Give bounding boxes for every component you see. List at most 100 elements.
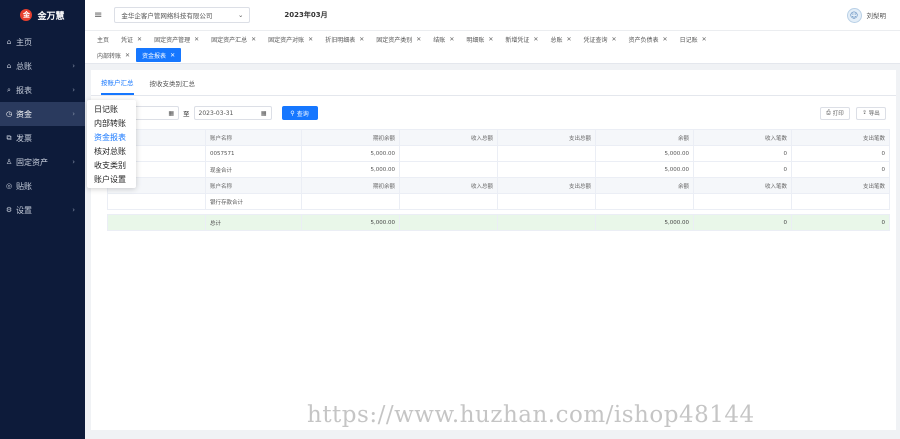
submenu-item[interactable]: 日记账 [87, 102, 136, 116]
sidebar-item[interactable]: ◎ 贴账 [0, 174, 85, 198]
export-button[interactable]: ⇪ 导出 [856, 106, 886, 120]
page-tab[interactable]: 固定资产管理 ✕ [148, 32, 205, 46]
page-tab[interactable]: 资金报表 ✕ [136, 48, 182, 62]
fund-report-table: 账户名称 期初余额 收入总额 支出总额 余额 收入笔数 支出笔数 0057571 5,000.0… [107, 129, 890, 231]
page-tab[interactable]: 固定资产类别 ✕ [370, 32, 427, 46]
sidebar-item-label: 固定资产 [16, 157, 48, 167]
submenu-item[interactable]: 收支类别 [87, 158, 136, 172]
sidebar-item[interactable]: ◷ 资金 › [0, 102, 85, 126]
sidebar-item-label: 总账 [16, 61, 32, 71]
close-icon[interactable]: ✕ [125, 52, 130, 59]
table-header-cell: 余额 [595, 129, 694, 146]
page-tab[interactable]: 资产负债表 ✕ [623, 32, 674, 46]
table-header-cell: 账户名称 [205, 177, 302, 194]
table-header-cell: 余额 [595, 177, 694, 194]
chevron-right-icon: › [72, 62, 75, 70]
sidebar-item-label: 报表 [16, 85, 32, 95]
table-header-cell: 支出笔数 [791, 129, 890, 146]
nav-icon: ⚙ [5, 206, 13, 214]
page-tab[interactable]: 固定资产汇总 ✕ [205, 32, 262, 46]
close-icon[interactable]: ✕ [170, 52, 175, 59]
sidebar-item[interactable]: ⌂ 总账 › [0, 54, 85, 78]
submenu-item[interactable]: 内部转账 [87, 116, 136, 130]
table-cell [497, 214, 596, 231]
tab-label: 固定资产汇总 [211, 36, 248, 44]
menu-toggle-icon[interactable]: ≡ [94, 10, 102, 21]
submenu-item[interactable]: 资金报表 [87, 130, 136, 144]
table-row[interactable]: 总计 5,000.00 5,000.00 0 0 [107, 214, 890, 231]
page-tab[interactable]: 总账 ✕ [544, 32, 577, 46]
printer-icon: ⎙ [826, 109, 831, 116]
action-buttons: ⎙ 打印 ⇪ 导出 [820, 106, 886, 120]
close-icon[interactable]: ✕ [194, 36, 199, 43]
search-icon: ⚲ [290, 109, 295, 117]
page-tab[interactable]: 日记账 ✕ [674, 32, 713, 46]
sidebar-item[interactable]: ⧉ 发票 [0, 126, 85, 150]
user-menu[interactable]: ☺ 刘梨明 [846, 7, 886, 23]
table-header-cell: 支出总额 [497, 177, 596, 194]
sidebar-item-label: 主页 [16, 37, 32, 47]
chevron-right-icon: › [72, 158, 75, 166]
close-icon[interactable]: ✕ [566, 36, 571, 43]
table-header-cell: 支出总额 [497, 129, 596, 146]
close-icon[interactable]: ✕ [416, 36, 421, 43]
close-icon[interactable]: ✕ [251, 36, 256, 43]
accounting-period[interactable]: 2023年03月 [284, 10, 327, 20]
close-icon[interactable]: ✕ [137, 36, 142, 43]
sidebar-item[interactable]: ⌕ 报表 › [0, 78, 85, 102]
nav-icon: ⌂ [6, 62, 12, 70]
print-button[interactable]: ⎙ 打印 [820, 106, 850, 120]
tab-label: 资产负债表 [628, 36, 659, 44]
table-cell [497, 193, 596, 210]
table-cell: 5,000.00 [595, 161, 694, 178]
sidebar-item[interactable]: ♙ 固定资产 › [0, 150, 85, 174]
table-header-cell: 收入笔数 [693, 177, 792, 194]
page-tab[interactable]: 结账 ✕ [427, 32, 460, 46]
company-select[interactable]: 金华企客户管网络科技有限公司 ⌄ [114, 7, 251, 23]
submenu-item[interactable]: 核对总账 [87, 144, 136, 158]
tab-label: 新增凭证 [505, 36, 530, 44]
page-tab[interactable]: 新增凭证 ✕ [499, 32, 544, 46]
table-cell: 5,000.00 [301, 145, 400, 162]
close-icon[interactable]: ✕ [359, 36, 364, 43]
table-cell [693, 193, 792, 210]
end-date-value: 2023-03-31 [198, 109, 234, 117]
app-logo[interactable]: 金 金万慧 [0, 0, 85, 30]
page-tab[interactable]: 明细账 ✕ [460, 32, 499, 46]
table-cell: 0 [693, 161, 792, 178]
report-subtab[interactable]: 按账户汇总 [101, 70, 134, 95]
page-tab[interactable]: 固定资产对账 ✕ [262, 32, 319, 46]
close-icon[interactable]: ✕ [612, 36, 617, 43]
close-icon[interactable]: ✕ [663, 36, 668, 43]
page-tab[interactable]: 主页 [91, 32, 115, 46]
close-icon[interactable]: ✕ [308, 36, 313, 43]
print-label: 打印 [832, 111, 844, 117]
page-tab[interactable]: 凭证 ✕ [115, 32, 148, 46]
table-cell [497, 161, 596, 178]
tab-label: 折旧明细表 [325, 36, 356, 44]
sidebar-item[interactable]: ⌂ 主页 [0, 30, 85, 54]
table-row[interactable]: 银行存款合计 [107, 193, 890, 210]
close-icon[interactable]: ✕ [449, 36, 454, 43]
funds-submenu: 日记账 内部转账 资金报表 核对总账 收支类别 账户设置 [87, 100, 136, 188]
table-cell: 5,000.00 [301, 214, 400, 231]
close-icon[interactable]: ✕ [702, 36, 707, 43]
end-date-input[interactable]: 2023-03-31 ▦ [193, 106, 272, 120]
table-row[interactable]: 0057571 5,000.00 5,000.00 0 0 [107, 145, 890, 162]
report-subtab[interactable]: 按收支类别汇总 [150, 70, 196, 95]
sidebar-item[interactable]: ⚙ 设置 › [0, 198, 85, 222]
table-cell: 总计 [205, 214, 302, 231]
nav-icon: ◷ [5, 110, 13, 118]
table-row[interactable]: 现金合计 5,000.00 5,000.00 0 0 [107, 161, 890, 178]
submenu-item[interactable]: 账户设置 [87, 172, 136, 186]
query-button[interactable]: ⚲ 查询 [281, 106, 318, 120]
close-icon[interactable]: ✕ [533, 36, 538, 43]
table-cell: 5,000.00 [301, 161, 400, 178]
table-cell [107, 214, 206, 231]
page-tab[interactable]: 内部转账 ✕ [91, 48, 136, 62]
page-tab[interactable]: 凭证查询 ✕ [577, 32, 622, 46]
table-cell: 0 [693, 214, 792, 231]
close-icon[interactable]: ✕ [488, 36, 493, 43]
page-tab[interactable]: 折旧明细表 ✕ [319, 32, 370, 46]
chevron-right-icon: › [72, 110, 75, 118]
